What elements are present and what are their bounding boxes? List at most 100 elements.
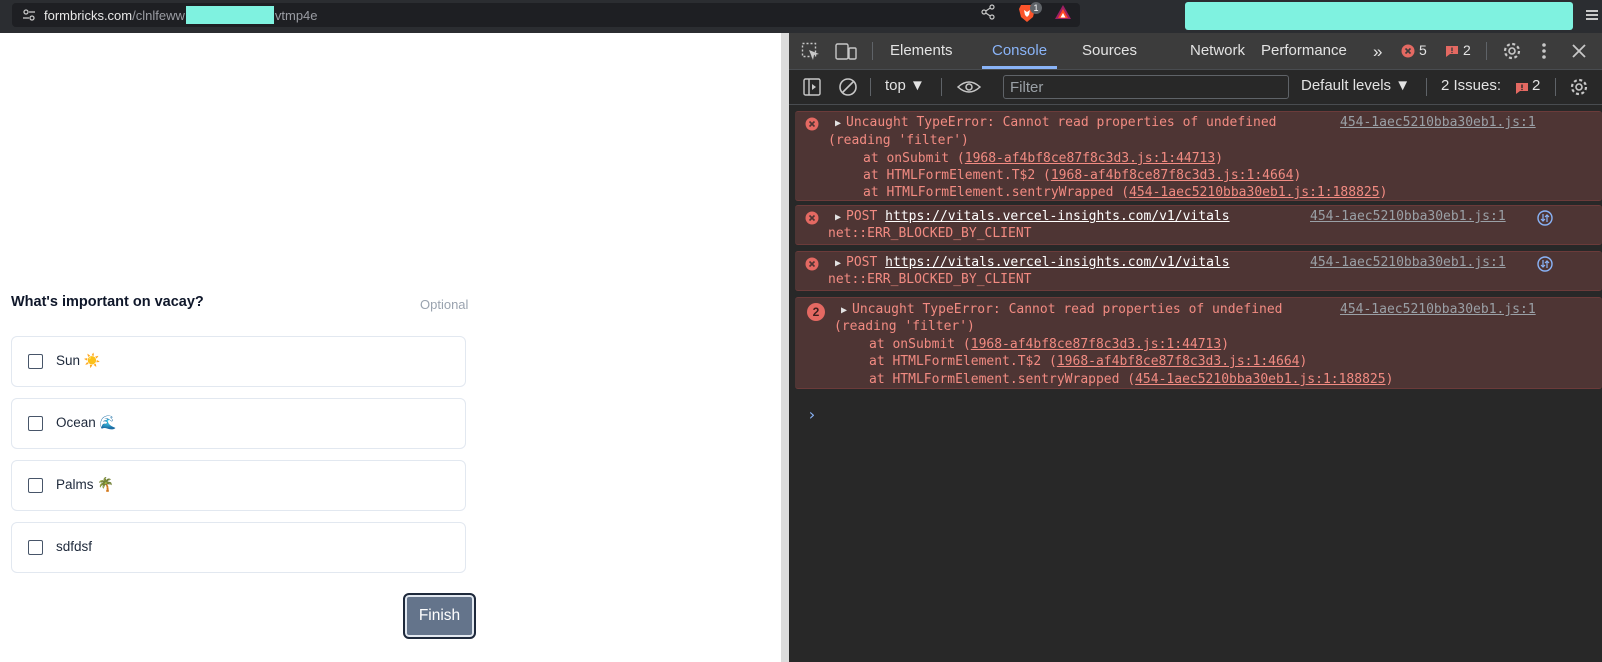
panel-divider[interactable]: [781, 33, 789, 662]
separator: [1426, 78, 1427, 96]
message-text: ▶ Uncaught TypeError: Cannot read propert…: [841, 301, 1283, 320]
active-tab-indicator: [982, 66, 1057, 69]
source-link[interactable]: 454-1aec5210bba30eb1.js:1: [1340, 301, 1536, 319]
request-url[interactable]: https://vitals.vercel-insights.com/v1/vi…: [885, 209, 1229, 224]
repeat-count-badge: 2: [807, 303, 825, 321]
separator: [1486, 42, 1487, 60]
error-icon: [805, 117, 819, 131]
expand-triangle-icon[interactable]: ▶: [835, 115, 841, 133]
context-value: top: [885, 77, 906, 94]
separator: [941, 78, 942, 96]
issues-label[interactable]: 2 Issues:: [1441, 77, 1501, 94]
message-text: ▶ POST https://vitals.vercel-insights.com…: [835, 254, 1230, 273]
stack-link[interactable]: 1968-af4bf8ce87f8c3d3.js:1:4664: [1057, 354, 1300, 369]
checkbox[interactable]: [28, 478, 43, 493]
stack-frame: at onSubmit (1968-af4bf8ce87f8c3d3.js:1:…: [863, 151, 1224, 166]
console-error-message-repeated[interactable]: 2 ▶ Uncaught TypeError: Cannot read prope…: [795, 297, 1602, 389]
sidebar-toggle-icon[interactable]: [803, 78, 821, 96]
url-text: formbricks.com/clnlfeww vtmp4e: [44, 6, 318, 24]
device-toolbar-icon[interactable]: [835, 42, 857, 62]
source-link[interactable]: 454-1aec5210bba30eb1.js:1: [1340, 114, 1536, 132]
stack-link[interactable]: 1968-af4bf8ce87f8c3d3.js:1:4664: [1051, 168, 1294, 183]
console-network-error[interactable]: ▶ POST https://vitals.vercel-insights.com…: [795, 205, 1602, 245]
site-settings-icon[interactable]: [22, 8, 36, 22]
context-select[interactable]: top ▼: [885, 77, 925, 94]
stack-frame: at HTMLFormElement.T$2 (1968-af4bf8ce87f…: [869, 354, 1308, 369]
error-text: net::ERR_BLOCKED_BY_CLIENT: [828, 272, 1032, 287]
error-text-cont: (reading 'filter'): [834, 319, 975, 334]
option-sun[interactable]: Sun ☀️: [11, 336, 466, 387]
tab-performance[interactable]: Performance: [1261, 42, 1347, 59]
error-icon: [805, 257, 819, 271]
stack-link[interactable]: 1968-af4bf8ce87f8c3d3.js:1:44713: [971, 337, 1221, 352]
question-title: What's important on vacay?: [11, 294, 204, 310]
inspect-element-icon[interactable]: [801, 42, 821, 62]
console-network-error[interactable]: ▶ POST https://vitals.vercel-insights.com…: [795, 251, 1602, 291]
tab-sources[interactable]: Sources: [1082, 42, 1137, 59]
issue-flag-icon[interactable]: [1445, 45, 1459, 58]
error-count[interactable]: 5: [1419, 42, 1427, 58]
live-expression-eye-icon[interactable]: [957, 80, 981, 94]
option-ocean[interactable]: Ocean 🌊: [11, 398, 466, 449]
console-settings-gear-icon[interactable]: [1569, 77, 1589, 97]
more-tabs-icon[interactable]: »: [1373, 42, 1382, 62]
console-error-message[interactable]: ▶ Uncaught TypeError: Cannot read propert…: [795, 111, 1602, 201]
checkbox[interactable]: [28, 540, 43, 555]
option-label: Palms 🌴: [56, 477, 115, 492]
expand-triangle-icon[interactable]: ▶: [835, 209, 841, 227]
log-levels-value: Default levels: [1301, 77, 1392, 94]
menu-icon[interactable]: [1585, 8, 1599, 22]
tab-console[interactable]: Console: [992, 42, 1047, 59]
url-domain: formbricks.com: [44, 7, 133, 23]
devtools-tabbar: Elements Console Sources Network Perform…: [789, 33, 1602, 70]
checkbox[interactable]: [28, 354, 43, 369]
option-label: Ocean 🌊: [56, 415, 117, 430]
error-icon: [805, 211, 819, 225]
console-prompt[interactable]: ›: [807, 405, 817, 424]
network-request-icon[interactable]: [1537, 210, 1553, 226]
url-path-start: /clnlfeww: [132, 7, 185, 23]
error-text: net::ERR_BLOCKED_BY_CLIENT: [828, 226, 1032, 241]
option-palms[interactable]: Palms 🌴: [11, 460, 466, 511]
console-toolbar: top ▼ Default levels ▼ 2 Issues: 2: [789, 70, 1602, 105]
issue-flag-icon[interactable]: [1515, 82, 1529, 95]
settings-gear-icon[interactable]: [1502, 41, 1522, 61]
request-url[interactable]: https://vitals.vercel-insights.com/v1/vi…: [885, 255, 1229, 270]
tab-elements[interactable]: Elements: [890, 42, 953, 59]
error-icon[interactable]: [1401, 44, 1415, 58]
checkbox[interactable]: [28, 416, 43, 431]
source-link[interactable]: 454-1aec5210bba30eb1.js:1: [1310, 254, 1506, 272]
separator: [1555, 78, 1556, 96]
log-levels-select[interactable]: Default levels ▼: [1301, 77, 1410, 94]
issue-count[interactable]: 2: [1463, 42, 1471, 58]
tab-network[interactable]: Network: [1190, 42, 1245, 59]
stack-link[interactable]: 1968-af4bf8ce87f8c3d3.js:1:44713: [965, 151, 1215, 166]
finish-button[interactable]: Finish: [403, 593, 476, 639]
stack-frame: at HTMLFormElement.sentryWrapped (454-1a…: [869, 372, 1394, 387]
clear-console-icon[interactable]: [838, 77, 858, 97]
message-text: ▶ POST https://vitals.vercel-insights.com…: [835, 208, 1230, 227]
source-link[interactable]: 454-1aec5210bba30eb1.js:1: [1310, 208, 1506, 226]
option-sdfdsf[interactable]: sdfdsf: [11, 522, 466, 573]
address-bar[interactable]: formbricks.com/clnlfeww vtmp4e: [12, 3, 1080, 27]
issues-count[interactable]: 2: [1532, 77, 1540, 94]
close-icon[interactable]: [1571, 43, 1587, 59]
separator: [870, 78, 871, 96]
share-icon[interactable]: [980, 4, 996, 20]
expand-triangle-icon[interactable]: ▶: [841, 302, 847, 320]
stack-link[interactable]: 454-1aec5210bba30eb1.js:1:188825: [1129, 185, 1379, 200]
optional-label: Optional: [420, 297, 469, 312]
redacted-block: [185, 6, 274, 24]
page-viewport: What's important on vacay? Optional Sun …: [0, 33, 781, 662]
stack-frame: at onSubmit (1968-af4bf8ce87f8c3d3.js:1:…: [869, 337, 1230, 352]
network-request-icon[interactable]: [1537, 256, 1553, 272]
brave-rewards-icon[interactable]: [1054, 4, 1072, 20]
more-options-icon[interactable]: [1541, 42, 1547, 60]
option-label: Sun ☀️: [56, 353, 101, 368]
stack-link[interactable]: 454-1aec5210bba30eb1.js:1:188825: [1135, 372, 1385, 387]
error-text: Uncaught TypeError: Cannot read properti…: [852, 302, 1283, 317]
expand-triangle-icon[interactable]: ▶: [835, 255, 841, 273]
message-text: ▶ Uncaught TypeError: Cannot read propert…: [835, 114, 1277, 133]
stack-frame: at HTMLFormElement.sentryWrapped (454-1a…: [863, 185, 1388, 200]
filter-input[interactable]: [1003, 75, 1289, 99]
